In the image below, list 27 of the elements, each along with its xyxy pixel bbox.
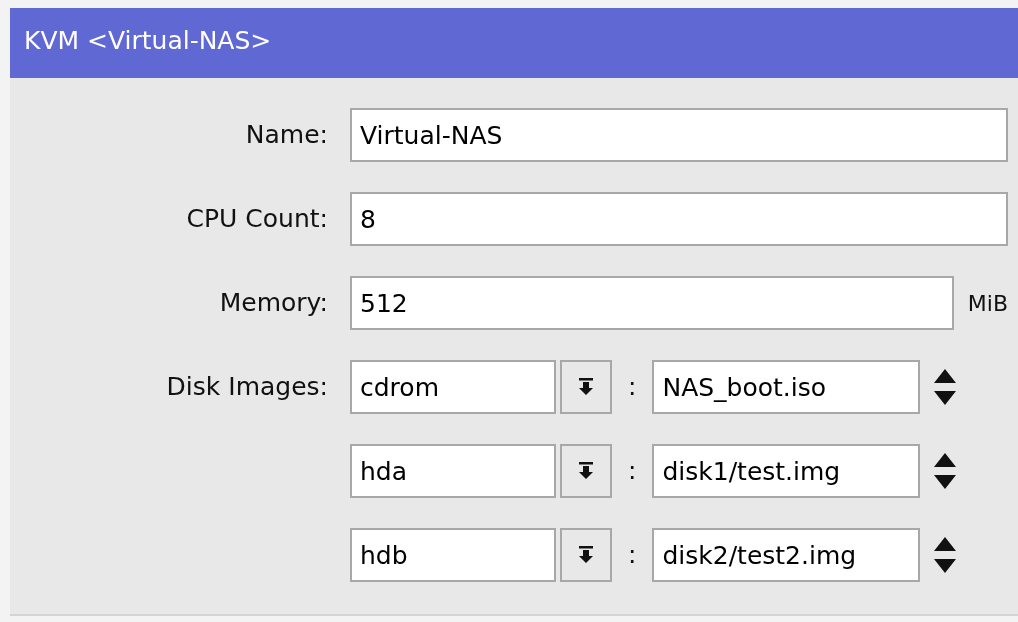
input-field[interactable]: NAS_boot.iso (652, 360, 921, 414)
dropdown-arrow-icon (578, 378, 594, 396)
dropdown-arrow-icon (578, 546, 594, 564)
dropdown-button[interactable] (560, 360, 612, 414)
input-field[interactable]: 512 (350, 276, 954, 330)
window-title: KVM <Virtual-NAS> (10, 8, 1018, 78)
field-label: Disk Images: (165, 371, 329, 404)
input-field[interactable]: disk1/test.img (652, 444, 921, 498)
sort-arrows-icon[interactable] (932, 451, 959, 491)
separator-colon: : (627, 539, 638, 572)
separator-colon: : (627, 455, 638, 488)
input-field[interactable]: hda (350, 444, 556, 498)
input-field[interactable]: 8 (350, 192, 1008, 246)
sort-arrows-icon[interactable] (932, 367, 959, 407)
unit-label: MiB (966, 289, 1008, 318)
field-label: Memory: (218, 287, 329, 320)
input-field[interactable]: hdb (350, 528, 556, 582)
dropdown-arrow-icon (578, 462, 594, 480)
separator-colon: : (627, 371, 638, 404)
input-field[interactable]: disk2/test2.img (652, 528, 921, 582)
field-label: Name: (244, 119, 329, 152)
field-label: CPU Count: (185, 203, 329, 236)
dropdown-button[interactable] (560, 528, 612, 582)
dropdown-button[interactable] (560, 444, 612, 498)
input-field[interactable]: cdrom (350, 360, 556, 414)
sort-arrows-icon[interactable] (932, 535, 959, 575)
input-field[interactable]: Virtual-NAS (350, 108, 1008, 162)
